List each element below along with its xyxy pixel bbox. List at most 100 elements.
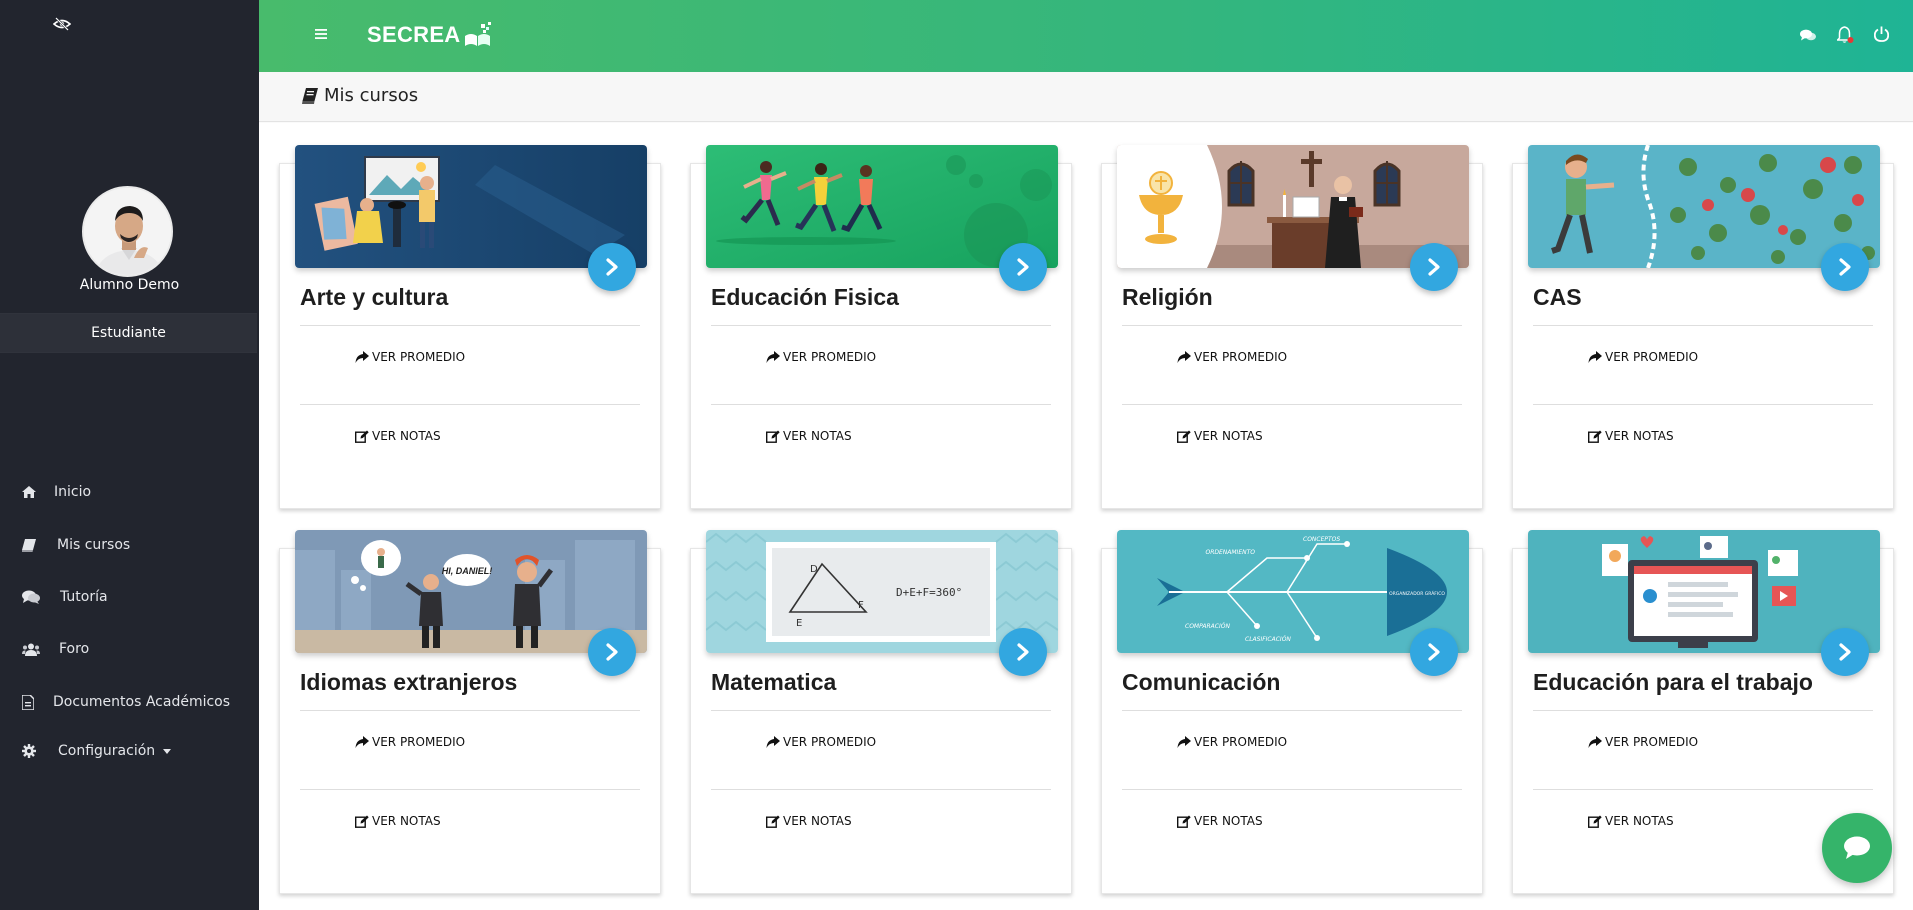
divider [1533, 789, 1873, 790]
course-card-idiomas: HI, DANIEL! Idiomas extranjeros VER PROM… [279, 530, 661, 894]
sidebar-item-configuracion[interactable]: Configuración [0, 731, 259, 771]
chat-fab-button[interactable] [1822, 813, 1892, 883]
power-icon[interactable] [1874, 26, 1889, 42]
menu-icon[interactable] [315, 28, 327, 40]
ver-promedio-link[interactable]: VER PROMEDIO [766, 350, 876, 364]
role-label: Estudiante [0, 313, 257, 353]
ver-notas-link[interactable]: VER NOTAS [1177, 814, 1263, 828]
sidebar-item-label: Inicio [54, 484, 92, 500]
ver-promedio-link[interactable]: VER PROMEDIO [1177, 735, 1287, 749]
sidebar-item-foro[interactable]: Foro [0, 629, 259, 669]
divider [1533, 710, 1873, 711]
users-icon [22, 643, 40, 656]
sidebar-item-mis-cursos[interactable]: Mis cursos [0, 525, 259, 565]
edit-icon [1588, 430, 1602, 443]
open-course-button[interactable] [999, 628, 1047, 676]
formula-text: D+E+F=360° [896, 586, 962, 599]
eye-slash-icon[interactable] [53, 17, 71, 31]
chevron-right-icon [606, 258, 618, 276]
course-card-cas: CAS VER PROMEDIO VER NOTAS [1512, 145, 1894, 509]
user-name: Alumno Demo [79, 277, 180, 293]
caret-down-icon [163, 748, 172, 754]
sidebar-item-documentos[interactable]: Documentos Académicos [0, 682, 259, 722]
chevron-right-icon [1428, 258, 1440, 276]
share-icon [355, 351, 369, 363]
comment-icon [1844, 836, 1870, 859]
open-course-button[interactable] [1821, 243, 1869, 291]
open-course-button[interactable] [1821, 628, 1869, 676]
home-icon [22, 486, 36, 498]
sidebar-item-label: Mis cursos [57, 537, 131, 553]
document-icon [22, 694, 34, 710]
logo-book-icon [464, 22, 491, 46]
open-course-button[interactable] [1410, 628, 1458, 676]
avatar [82, 186, 173, 277]
sidebar: Alumno Demo Estudiante Inicio Mis cursos… [0, 0, 259, 910]
share-icon [766, 736, 780, 748]
share-icon [1177, 351, 1191, 363]
chevron-right-icon [1428, 643, 1440, 661]
open-course-button[interactable] [1410, 243, 1458, 291]
divider [1122, 789, 1462, 790]
divider [1533, 325, 1873, 326]
divider [711, 404, 1051, 405]
divider [1122, 325, 1462, 326]
sidebar-item-tutoria[interactable]: Tutoría [0, 577, 259, 617]
bell-icon[interactable] [1837, 26, 1854, 44]
diagram-label-comparacion: COMPARACIÓN [1185, 623, 1230, 630]
open-course-button[interactable] [588, 628, 636, 676]
share-icon [766, 351, 780, 363]
divider [1122, 404, 1462, 405]
diagram-label-organizador: ORGANIZADOR GRÁFICO [1389, 590, 1445, 597]
open-course-button[interactable] [588, 243, 636, 291]
ver-promedio-link[interactable]: VER PROMEDIO [1588, 735, 1698, 749]
open-course-button[interactable] [999, 243, 1047, 291]
sidebar-item-label: Tutoría [60, 589, 108, 605]
divider [300, 325, 640, 326]
course-title: Idiomas extranjeros [300, 669, 518, 695]
ver-notas-link[interactable]: VER NOTAS [1177, 429, 1263, 443]
course-card-educacion-fisica: Educación Fisica VER PROMEDIO VER NOTAS [690, 145, 1072, 509]
course-title: Educación para el trabajo [1533, 669, 1813, 695]
ver-promedio-link[interactable]: VER PROMEDIO [355, 735, 465, 749]
triangle-label-d: D [810, 564, 818, 575]
sidebar-item-label: Configuración [58, 743, 172, 759]
ver-notas-link[interactable]: VER NOTAS [355, 814, 441, 828]
speech-bubble-text: HI, DANIEL! [442, 566, 493, 576]
ver-notas-link[interactable]: VER NOTAS [355, 429, 441, 443]
share-icon [1177, 736, 1191, 748]
ver-promedio-link[interactable]: VER PROMEDIO [1177, 350, 1287, 364]
course-title: CAS [1533, 284, 1582, 310]
course-card-matematica: D E F D+E+F=360° Matematica VER PROMEDIO… [690, 530, 1072, 894]
sidebar-item-inicio[interactable]: Inicio [0, 472, 259, 512]
ver-notas-link[interactable]: VER NOTAS [766, 429, 852, 443]
ver-promedio-link[interactable]: VER PROMEDIO [1588, 350, 1698, 364]
edit-icon [1177, 815, 1191, 828]
share-icon [355, 736, 369, 748]
course-title: Arte y cultura [300, 284, 449, 310]
ver-notas-link[interactable]: VER NOTAS [1588, 814, 1674, 828]
page-header: Mis cursos [259, 72, 1913, 122]
course-grid: Arte y cultura VER PROMEDIO VER NOTAS Ed… [259, 123, 1913, 910]
ver-notas-link[interactable]: VER NOTAS [766, 814, 852, 828]
top-bar: SECREA [259, 0, 1913, 72]
page-title: Mis cursos [302, 85, 418, 106]
ver-promedio-link[interactable]: VER PROMEDIO [355, 350, 465, 364]
ver-promedio-link[interactable]: VER PROMEDIO [766, 735, 876, 749]
diagram-label-clasificacion: CLASIFICACIÓN [1245, 636, 1291, 643]
chat-icon[interactable] [1800, 29, 1816, 42]
logo[interactable]: SECREA [367, 19, 493, 51]
edit-icon [1177, 430, 1191, 443]
divider [711, 325, 1051, 326]
sidebar-item-label: Foro [59, 641, 90, 657]
edit-icon [355, 815, 369, 828]
chevron-right-icon [1017, 258, 1029, 276]
course-title: Religión [1122, 284, 1213, 310]
course-title: Matematica [711, 669, 837, 695]
ver-notas-link[interactable]: VER NOTAS [1588, 429, 1674, 443]
comments-icon [22, 590, 40, 604]
course-card-comunicacion: ORGANIZADOR GRÁFICO ORDENAMIENTO CONCEPT… [1101, 530, 1483, 894]
edit-icon [766, 430, 780, 443]
triangle-label-e: E [796, 618, 802, 629]
sidebar-item-label: Documentos Académicos [53, 694, 231, 710]
